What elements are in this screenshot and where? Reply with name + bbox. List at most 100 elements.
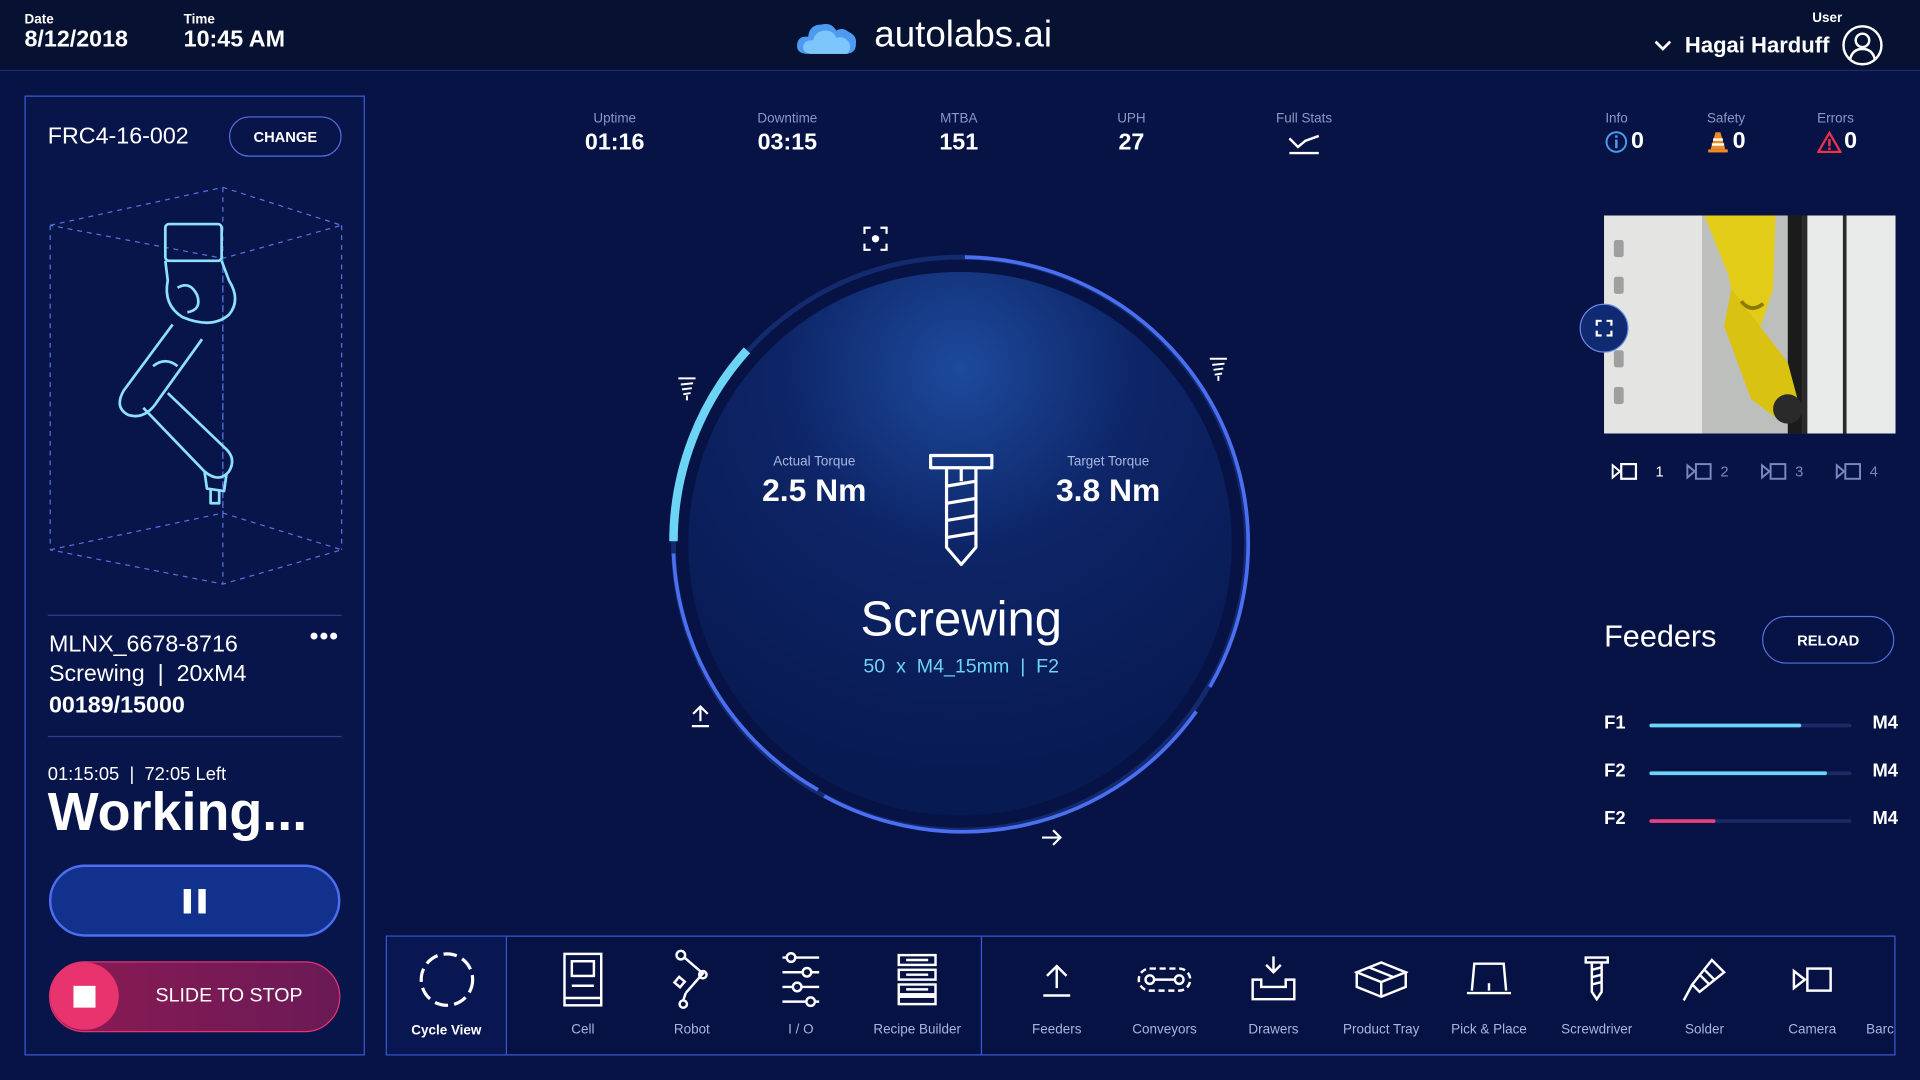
safety-cone-icon xyxy=(1708,132,1728,153)
more-options-icon[interactable]: ••• xyxy=(310,623,339,651)
operation-detail: 50 x M4_15mm | F2 xyxy=(863,656,1060,678)
feeder-level-track xyxy=(1649,819,1852,823)
feeders-icon xyxy=(1043,964,1071,997)
feeder-level-track xyxy=(1649,723,1852,728)
change-button[interactable]: CHANGE xyxy=(228,116,342,157)
date-label: Date xyxy=(24,12,54,27)
actual-torque: Actual Torque 2.5 Nm xyxy=(762,454,867,509)
user-avatar-icon xyxy=(1842,25,1883,66)
camera-small-icon xyxy=(1686,463,1712,480)
top-bar: Date 8/12/2018 Time 10:45 AM autolabs.ai… xyxy=(0,0,1920,72)
tool-dock: Cycle View Cell Robot I / O Recipe Build… xyxy=(385,935,1896,1056)
job-description: Screwing | 20xM4 xyxy=(48,661,247,687)
stat-downtime: Downtime 03:15 xyxy=(757,111,818,156)
status-text: Working... xyxy=(47,782,308,843)
feeder-row: F2 M4 xyxy=(1604,808,1898,829)
camera-tab-1[interactable]: 1 xyxy=(1611,462,1664,480)
job-id: MLNX_6678-8716 xyxy=(48,631,238,658)
cell-icon xyxy=(563,952,603,1007)
screw-icon xyxy=(929,453,994,567)
pick-place-icon xyxy=(1466,962,1512,995)
tool-recipe-builder[interactable]: Recipe Builder xyxy=(856,937,978,1055)
dock-divider xyxy=(505,936,507,1055)
brand-name: autolabs.ai xyxy=(874,14,1052,56)
camera-feed[interactable] xyxy=(1604,215,1896,434)
alert-info[interactable]: Info 0 xyxy=(1605,111,1644,155)
screwdriver-icon xyxy=(1584,956,1609,1002)
stop-icon xyxy=(73,985,96,1008)
camera-small-icon xyxy=(1611,462,1638,480)
screw-marker-icon xyxy=(678,377,696,401)
user-menu[interactable]: Hagai Harduff xyxy=(1653,24,1883,66)
cell-id: FRC4-16-002 xyxy=(47,123,189,150)
target-torque: Target Torque 3.8 Nm xyxy=(1055,454,1161,509)
pause-icon xyxy=(183,888,206,913)
stat-uptime: Uptime 01:16 xyxy=(584,111,645,156)
tool-cycle-view[interactable]: Cycle View xyxy=(386,936,506,1055)
time-value: 10:45 AM xyxy=(183,26,285,53)
tool-barcode[interactable]: Barc xyxy=(1866,937,1895,1055)
tool-solder[interactable]: Solder xyxy=(1651,937,1759,1055)
camera-feed-image xyxy=(1604,215,1896,434)
drawers-icon xyxy=(1251,956,1296,1001)
pause-button[interactable] xyxy=(48,864,341,937)
tool-feeders[interactable]: Feeders xyxy=(1003,937,1111,1055)
tool-camera[interactable]: Camera xyxy=(1758,937,1866,1055)
alert-errors[interactable]: Errors 0 xyxy=(1817,111,1857,155)
brand-logo: autolabs.ai xyxy=(793,15,1052,57)
feeders-title: Feeders xyxy=(1604,619,1717,654)
user-name: Hagai Harduff xyxy=(1684,32,1830,57)
recipe-builder-icon xyxy=(897,953,937,1006)
slide-to-stop[interactable]: SLIDE TO STOP xyxy=(48,961,341,1033)
divider xyxy=(47,735,342,738)
io-icon xyxy=(782,952,820,1008)
feeder-row: F1 M4 xyxy=(1604,712,1898,734)
operation-name: Screwing xyxy=(860,592,1062,647)
dock-divider xyxy=(980,936,983,1055)
feeder-level-fill xyxy=(1649,771,1828,776)
arrow-up-icon[interactable] xyxy=(689,704,711,728)
feeder-level-fill xyxy=(1649,723,1801,728)
camera-tab-4[interactable]: 4 xyxy=(1835,463,1878,480)
robot-icon xyxy=(672,949,708,1009)
job-count: 00189/15000 xyxy=(48,693,185,719)
stat-mtba: MTBA 151 xyxy=(939,111,979,156)
tool-product-tray[interactable]: Product Tray xyxy=(1327,937,1435,1055)
chevron-down-icon xyxy=(1654,40,1672,51)
focus-target-icon[interactable] xyxy=(862,225,889,252)
arrow-right-icon[interactable] xyxy=(1040,827,1064,849)
tool-io[interactable]: I / O xyxy=(747,937,855,1055)
tool-drawers[interactable]: Drawers xyxy=(1220,937,1328,1055)
cloud-icon xyxy=(797,23,857,54)
cycle-view-icon xyxy=(419,952,474,1007)
stat-uph: UPH 27 xyxy=(1117,111,1146,156)
expand-camera-button[interactable] xyxy=(1579,303,1629,353)
product-tray-icon xyxy=(1354,961,1409,999)
tool-robot[interactable]: Robot xyxy=(638,937,746,1055)
alert-safety[interactable]: Safety 0 xyxy=(1707,111,1746,155)
tool-conveyors[interactable]: Conveyors xyxy=(1111,937,1219,1055)
screw-marker-icon xyxy=(1209,357,1227,381)
tool-cell[interactable]: Cell xyxy=(529,937,637,1055)
chart-trend-icon xyxy=(1288,134,1320,155)
feeder-level-track xyxy=(1649,771,1852,776)
date-value: 8/12/2018 xyxy=(24,26,128,53)
tool-pick-place[interactable]: Pick & Place xyxy=(1435,937,1543,1055)
camera-tab-3[interactable]: 3 xyxy=(1761,463,1803,480)
reload-button[interactable]: RELOAD xyxy=(1762,615,1895,664)
expand-icon xyxy=(1595,319,1613,337)
conveyors-icon xyxy=(1137,967,1192,992)
camera-tab-2[interactable]: 2 xyxy=(1686,463,1729,480)
cell-panel: FRC4-16-002 CHANGE MLNX_6678-8716 ••• Sc… xyxy=(24,95,365,1056)
robot-arm-illustration xyxy=(49,186,344,585)
stop-handle[interactable] xyxy=(50,962,119,1030)
solder-icon xyxy=(1682,958,1726,1001)
full-stats-button[interactable]: Full Stats xyxy=(1243,111,1365,161)
camera-small-icon xyxy=(1761,463,1787,480)
tool-screwdriver[interactable]: Screwdriver xyxy=(1543,937,1651,1055)
time-label: Time xyxy=(183,12,215,27)
divider xyxy=(47,614,342,616)
camera-icon xyxy=(1792,967,1832,992)
slide-to-stop-label: SLIDE TO STOP xyxy=(155,985,303,1007)
feeder-level-fill xyxy=(1649,819,1717,823)
